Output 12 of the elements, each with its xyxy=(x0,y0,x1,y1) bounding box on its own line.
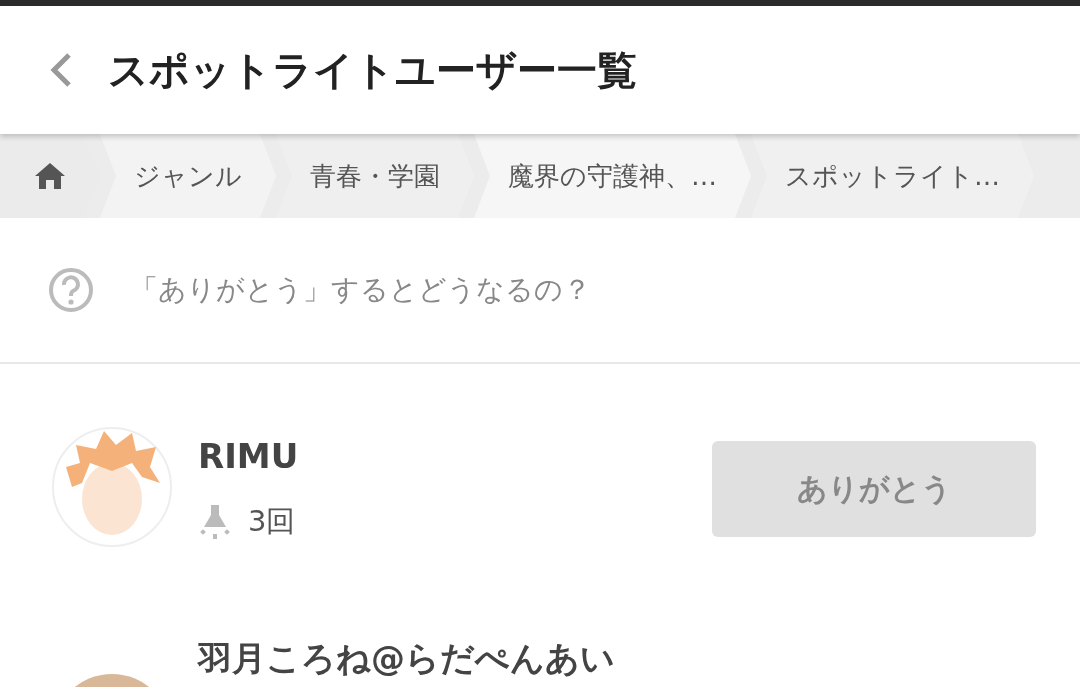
spotlight-count: 3回 xyxy=(248,503,296,540)
home-icon xyxy=(34,162,66,190)
help-icon xyxy=(48,267,94,313)
page-title: スポットライトユーザー一覧 xyxy=(108,45,637,95)
user-name: RIMU xyxy=(198,436,300,476)
breadcrumb-link[interactable]: スポットライト… xyxy=(751,134,1034,218)
breadcrumb-link[interactable]: ジャンル xyxy=(100,134,276,218)
user-name: 羽月ころね@らだぺんあい xyxy=(198,637,616,680)
spotlight-icon xyxy=(198,503,232,541)
breadcrumb-link[interactable]: 魔界の守護神、… xyxy=(474,134,751,218)
back-icon xyxy=(50,52,72,88)
help-link[interactable]: 「ありがとう」するとどうなるの？ xyxy=(130,271,591,309)
